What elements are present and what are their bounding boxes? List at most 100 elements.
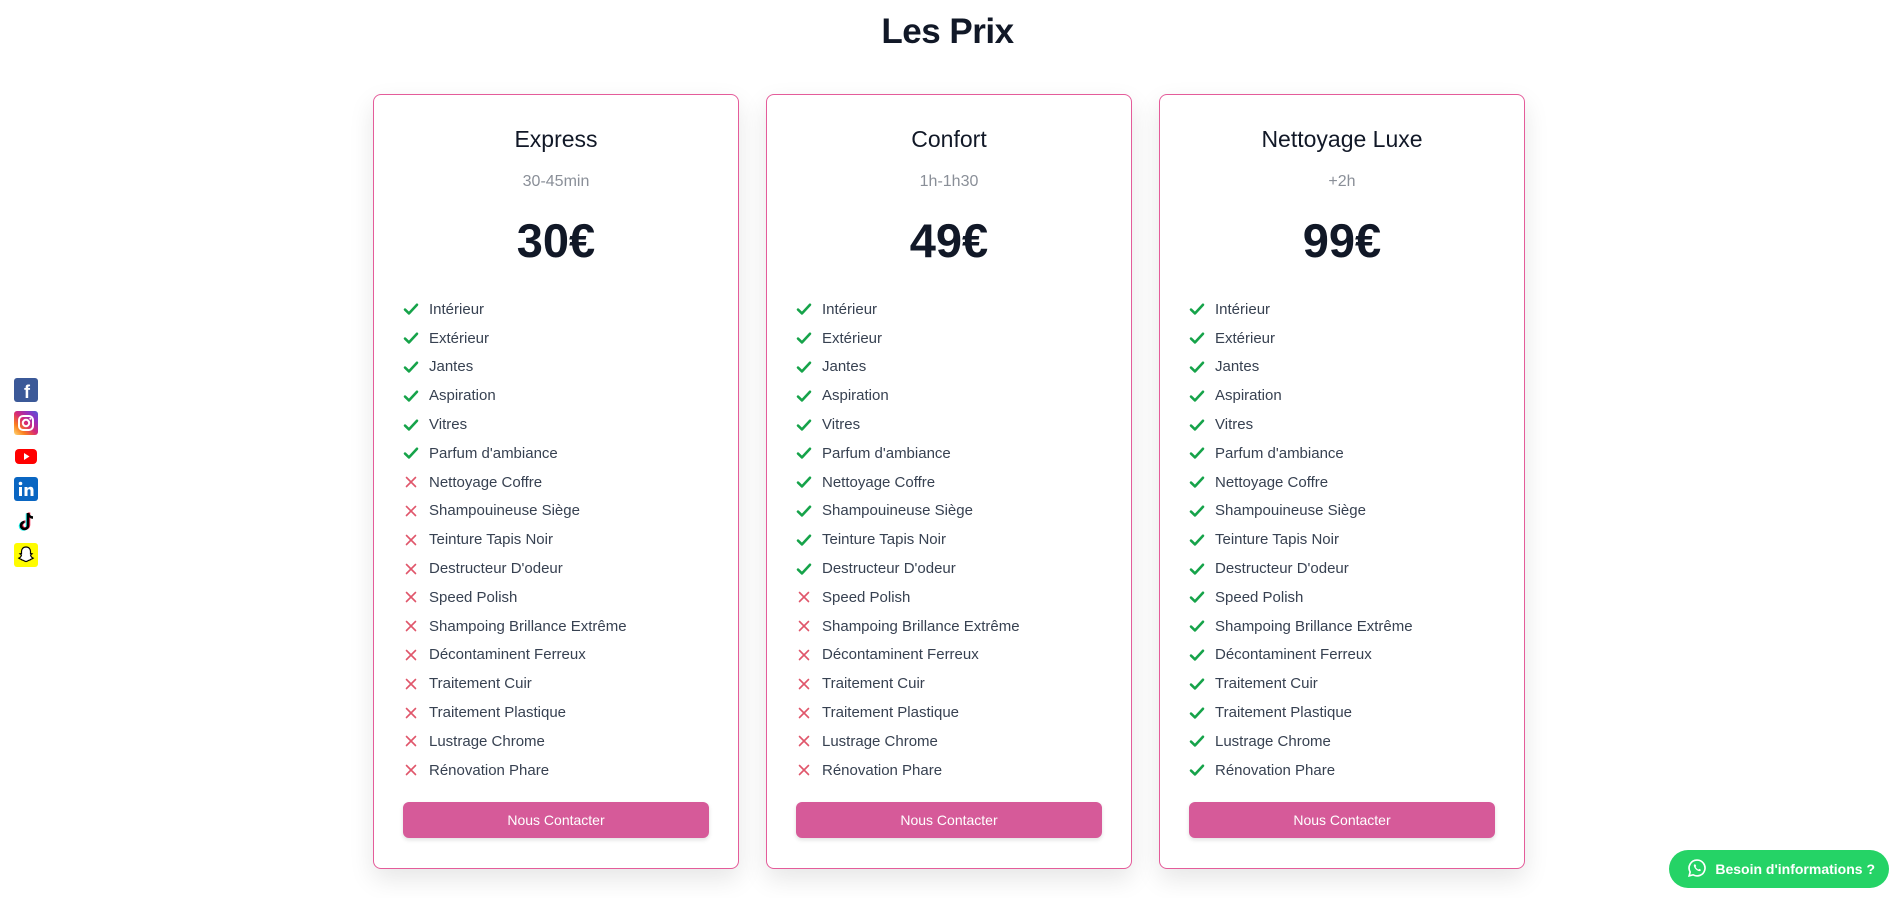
feature-label: Traitement Plastique — [429, 704, 567, 722]
feature-item: Intérieur — [1189, 295, 1495, 324]
feature-label: Rénovation Phare — [1215, 761, 1336, 779]
contact-button[interactable]: Nous Contacter — [403, 802, 709, 838]
feature-item: Traitement Plastique — [1189, 698, 1495, 727]
cross-icon — [796, 762, 812, 778]
check-icon — [1189, 618, 1205, 634]
feature-item: Extérieur — [796, 324, 1102, 353]
check-icon — [1189, 532, 1205, 548]
feature-item: Parfum d'ambiance — [796, 439, 1102, 468]
feature-item: Speed Polish — [403, 583, 709, 612]
feature-item: Vitres — [403, 410, 709, 439]
feature-item: Teinture Tapis Noir — [796, 525, 1102, 554]
feature-item: Aspiration — [1189, 381, 1495, 410]
whatsapp-label: Besoin d'informations ? — [1715, 861, 1875, 877]
plan-duration: +2h — [1328, 173, 1356, 190]
check-icon — [1189, 388, 1205, 404]
feature-item: Traitement Cuir — [403, 669, 709, 698]
plan-price: 99€ — [1302, 214, 1382, 267]
feature-label: Nettoyage Coffre — [822, 473, 936, 491]
feature-label: Lustrage Chrome — [1215, 732, 1331, 750]
feature-label: Parfum d'ambiance — [822, 444, 951, 462]
feature-item: Destructeur D'odeur — [796, 554, 1102, 583]
whatsapp-help-button[interactable]: Besoin d'informations ? — [1669, 850, 1889, 888]
feature-label: Destructeur D'odeur — [429, 560, 563, 578]
instagram-icon[interactable] — [14, 411, 38, 435]
feature-label: Intérieur — [822, 300, 878, 318]
feature-item: Traitement Cuir — [1189, 669, 1495, 698]
check-icon — [796, 330, 812, 346]
feature-item: Traitement Cuir — [796, 669, 1102, 698]
cross-icon — [403, 589, 419, 605]
plan-name: Confort — [911, 126, 987, 152]
plan-price: 49€ — [909, 214, 989, 267]
linkedin-icon[interactable] — [14, 477, 38, 501]
feature-item: Nettoyage Coffre — [1189, 468, 1495, 497]
check-icon — [796, 359, 812, 375]
contact-button[interactable]: Nous Contacter — [796, 802, 1102, 838]
feature-label: Aspiration — [429, 387, 496, 405]
cross-icon — [403, 561, 419, 577]
feature-item: Destructeur D'odeur — [1189, 554, 1495, 583]
check-icon — [1189, 359, 1205, 375]
feature-item: Speed Polish — [796, 583, 1102, 612]
feature-label: Décontaminent Ferreux — [822, 646, 979, 664]
feature-list: Intérieur Extérieur Jantes Aspiration Vitres… — [796, 295, 1102, 785]
feature-label: Shampouineuse Siège — [429, 502, 580, 520]
feature-item: Speed Polish — [1189, 583, 1495, 612]
feature-label: Shampoing Brillance Extrême — [429, 617, 627, 635]
feature-item: Aspiration — [403, 381, 709, 410]
feature-item: Shampoing Brillance Extrême — [403, 612, 709, 641]
feature-label: Speed Polish — [822, 588, 911, 606]
check-icon — [796, 301, 812, 317]
feature-item: Jantes — [1189, 353, 1495, 382]
check-icon — [1189, 589, 1205, 605]
feature-item: Jantes — [403, 353, 709, 382]
feature-label: Destructeur D'odeur — [1215, 560, 1349, 578]
contact-button[interactable]: Nous Contacter — [1189, 802, 1495, 838]
tiktok-icon[interactable] — [14, 510, 38, 534]
check-icon — [796, 417, 812, 433]
feature-label: Destructeur D'odeur — [822, 560, 956, 578]
plan-name: Express — [514, 126, 598, 152]
cross-icon — [796, 705, 812, 721]
plan-card-express: Express 30-45min 30€ Intérieur Extérieur J… — [373, 94, 739, 869]
cross-icon — [403, 733, 419, 749]
plan-duration: 30-45min — [522, 173, 590, 190]
feature-label: Lustrage Chrome — [822, 732, 938, 750]
check-icon — [1189, 762, 1205, 778]
feature-item: Rénovation Phare — [403, 756, 709, 785]
check-icon — [1189, 330, 1205, 346]
check-icon — [1189, 561, 1205, 577]
svg-text:f: f — [24, 382, 31, 402]
cross-icon — [403, 474, 419, 490]
feature-item: Shampouineuse Siège — [1189, 497, 1495, 526]
feature-label: Extérieur — [429, 329, 490, 347]
youtube-icon[interactable] — [14, 444, 38, 468]
feature-item: Décontaminent Ferreux — [403, 641, 709, 670]
check-icon — [796, 561, 812, 577]
snapchat-icon[interactable] — [14, 543, 38, 567]
feature-item: Intérieur — [796, 295, 1102, 324]
facebook-icon[interactable]: f — [14, 378, 38, 402]
feature-label: Parfum d'ambiance — [1215, 444, 1344, 462]
feature-label: Vitres — [822, 416, 861, 434]
feature-label: Shampouineuse Siège — [1215, 502, 1366, 520]
plan-price: 30€ — [516, 214, 596, 267]
feature-list: Intérieur Extérieur Jantes Aspiration Vitres… — [1189, 295, 1495, 785]
feature-item: Traitement Plastique — [796, 698, 1102, 727]
feature-item: Shampoing Brillance Extrême — [796, 612, 1102, 641]
check-icon — [796, 474, 812, 490]
check-icon — [1189, 503, 1205, 519]
feature-item: Vitres — [1189, 410, 1495, 439]
check-icon — [1189, 705, 1205, 721]
feature-item: Extérieur — [1189, 324, 1495, 353]
feature-label: Aspiration — [822, 387, 889, 405]
feature-item: Intérieur — [403, 295, 709, 324]
cross-icon — [403, 676, 419, 692]
page-title: Les Prix — [881, 12, 1014, 51]
check-icon — [796, 503, 812, 519]
plan-duration: 1h-1h30 — [919, 173, 979, 190]
cross-icon — [403, 618, 419, 634]
feature-label: Traitement Cuir — [1215, 675, 1318, 693]
cross-icon — [403, 503, 419, 519]
